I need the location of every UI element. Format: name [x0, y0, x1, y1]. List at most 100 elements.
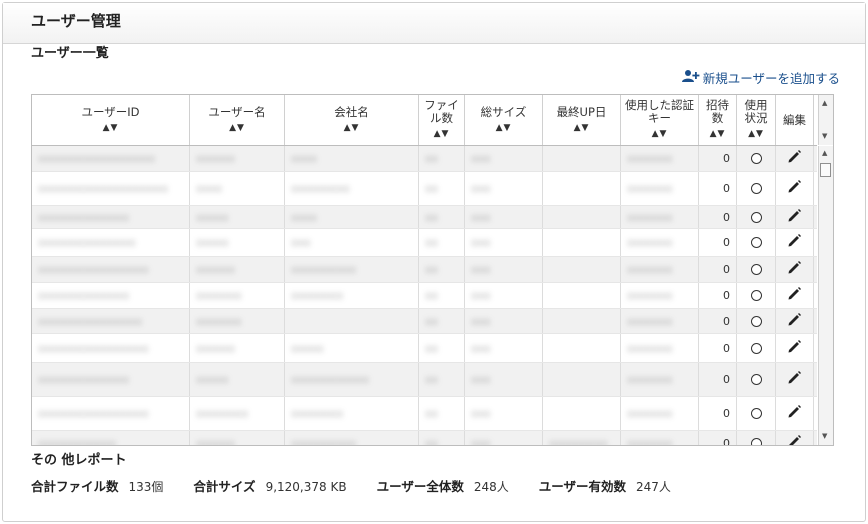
usage-active-circle-icon — [750, 153, 762, 164]
sort-arrows-icon[interactable]: ▲▼ — [229, 122, 245, 135]
obscured-value: xxxx — [196, 182, 223, 195]
cell-user-name: xxxx — [190, 172, 285, 205]
stat-value: 9,120,378 KB — [265, 480, 347, 494]
cell-user-id: xxxxxxxxxxxxxxxxxx — [32, 146, 190, 171]
scrollbar-thumb[interactable] — [820, 163, 831, 177]
cell-company: xxxx — [285, 206, 419, 228]
pencil-icon[interactable] — [787, 179, 802, 198]
obscured-value: xxxxxxxxxxxxxxxxx — [38, 407, 149, 420]
column-header-label: 招待数 — [706, 98, 729, 125]
column-header-label: ファイル数 — [424, 98, 459, 125]
edit-cell — [776, 397, 814, 430]
pencil-icon[interactable] — [787, 208, 802, 227]
add-user-label: 新規ユーザーを追加する — [702, 71, 840, 86]
obscured-value: xxxx — [291, 210, 318, 224]
scroll-up-button-icon[interactable]: ▲ — [822, 149, 827, 157]
column-header-auth-key[interactable]: 使用した認証キー ▲▼ — [621, 95, 699, 145]
obscured-value: xxx — [471, 407, 491, 420]
usage-status-cell — [737, 283, 776, 308]
sort-arrows-icon[interactable]: ▲▼ — [344, 122, 360, 135]
cell-company: xxxxxxxxxx — [285, 431, 419, 445]
column-header-invites[interactable]: 招待数 ▲▼ — [699, 95, 737, 145]
cell-auth-key: xxxxxxx — [621, 334, 699, 362]
cell-total-size: xxx — [465, 229, 543, 256]
pencil-icon[interactable] — [787, 404, 802, 423]
vertical-scrollbar[interactable]: ▲ ▼ — [818, 146, 833, 445]
table-row: xxxxxxxxxxxxxxxxxxxxxxxxxxxxxxxxxxx0 — [32, 309, 817, 334]
obscured-value: xxxxxxx — [627, 182, 673, 195]
cell-company: xxxxx — [285, 334, 419, 362]
sort-arrows-icon[interactable]: ▲▼ — [434, 128, 450, 141]
obscured-value: xxxxxxx — [627, 152, 673, 165]
cell-file-count: xx — [419, 334, 465, 362]
other-reports-title: その 他レポート — [31, 453, 127, 468]
obscured-value: xxxxxxxxxxxxxxxxxx — [38, 152, 156, 165]
cell-user-name: xxxxxx — [190, 431, 285, 445]
add-user-link[interactable]: 新規ユーザーを追加する — [681, 68, 840, 87]
usage-status-cell — [737, 146, 776, 171]
usage-status-cell — [737, 257, 776, 282]
usage-active-circle-icon — [750, 264, 762, 275]
column-header-usage[interactable]: 使用状況 ▲▼ — [737, 95, 776, 145]
column-header-label: 編集 — [783, 112, 806, 127]
invite-count-cell: 0 — [699, 257, 737, 282]
pencil-icon[interactable] — [787, 286, 802, 305]
column-header-total-size[interactable]: 総サイズ ▲▼ — [465, 95, 543, 145]
table-row: xxxxxxxxxxxxxxxxxxxxxxxxxxxxxxxxxxxxxxxx… — [32, 172, 817, 206]
sort-arrows-icon[interactable]: ▲▼ — [710, 128, 726, 141]
sort-arrows-icon[interactable]: ▲▼ — [574, 122, 590, 135]
cell-file-count: xx — [419, 363, 465, 396]
column-header-user-name[interactable]: ユーザー名 ▲▼ — [190, 95, 285, 145]
obscured-value: xx — [425, 341, 439, 355]
edit-cell — [776, 229, 814, 256]
column-header-user-id[interactable]: ユーザーID ▲▼ — [32, 95, 190, 145]
obscured-value: xxxxx — [291, 341, 324, 355]
obscured-value: xxxxxxxx — [291, 289, 344, 302]
sort-arrows-icon[interactable]: ▲▼ — [748, 128, 764, 141]
cell-user-id: xxxxxxxxxxxxxxxxx — [32, 397, 190, 430]
edit-cell — [776, 146, 814, 171]
obscured-value: xxxxxxx — [627, 373, 673, 386]
cell-file-count: xx — [419, 397, 465, 430]
pencil-icon[interactable] — [787, 434, 802, 445]
invite-count-cell: 0 — [699, 283, 737, 308]
sort-arrows-icon[interactable]: ▲▼ — [496, 122, 512, 135]
column-header-last-up[interactable]: 最終UP日 ▲▼ — [543, 95, 621, 145]
scroll-down-button-icon[interactable]: ▼ — [822, 432, 827, 440]
obscured-value: xxx — [471, 236, 491, 249]
add-user-icon — [681, 69, 700, 86]
cell-auth-key: xxxxxxx — [621, 283, 699, 308]
pencil-icon[interactable] — [787, 149, 802, 168]
cell-file-count: xx — [419, 146, 465, 171]
usage-active-circle-icon — [750, 342, 762, 354]
sort-arrows-icon[interactable]: ▲▼ — [652, 128, 668, 141]
obscured-value: xxx — [471, 289, 491, 302]
cell-file-count: xx — [419, 309, 465, 333]
table-header: ユーザーID ▲▼ ユーザー名 ▲▼ 会社名 ▲▼ ファイル数 ▲▼ 総サイズ ▲▼ 最終UP日 ▲▼… — [32, 95, 817, 146]
column-header-file-count[interactable]: ファイル数 ▲▼ — [419, 95, 465, 145]
pencil-icon[interactable] — [787, 312, 802, 331]
invite-count-cell: 0 — [699, 146, 737, 171]
usage-status-cell — [737, 397, 776, 430]
pencil-icon[interactable] — [787, 339, 802, 358]
usage-active-circle-icon — [750, 408, 762, 419]
edit-cell — [776, 283, 814, 308]
pencil-icon[interactable] — [787, 233, 802, 252]
pencil-icon[interactable] — [787, 370, 802, 389]
cell-total-size: xxx — [465, 172, 543, 205]
usage-active-circle-icon — [750, 290, 762, 301]
invite-count-cell: 0 — [699, 172, 737, 205]
usage-status-cell — [737, 363, 776, 396]
obscured-value: xxxxxxx — [627, 236, 673, 249]
obscured-value: xxxxxxxxxxxxxxxxx — [38, 263, 149, 276]
edit-cell — [776, 257, 814, 282]
column-header-company[interactable]: 会社名 ▲▼ — [285, 95, 419, 145]
stat-label: ユーザー有効数 — [538, 479, 626, 494]
report-stats: 合計ファイル数 133個 合計サイズ 9,120,378 KB ユーザー全体数 248人 ユ… — [31, 476, 701, 495]
obscured-value: xxxxxxx — [627, 263, 673, 276]
invite-count-cell: 0 — [699, 229, 737, 256]
pencil-icon[interactable] — [787, 260, 802, 279]
obscured-value: xxxxxxx — [627, 407, 673, 420]
sort-arrows-icon[interactable]: ▲▼ — [103, 122, 119, 135]
edit-cell — [776, 431, 814, 445]
